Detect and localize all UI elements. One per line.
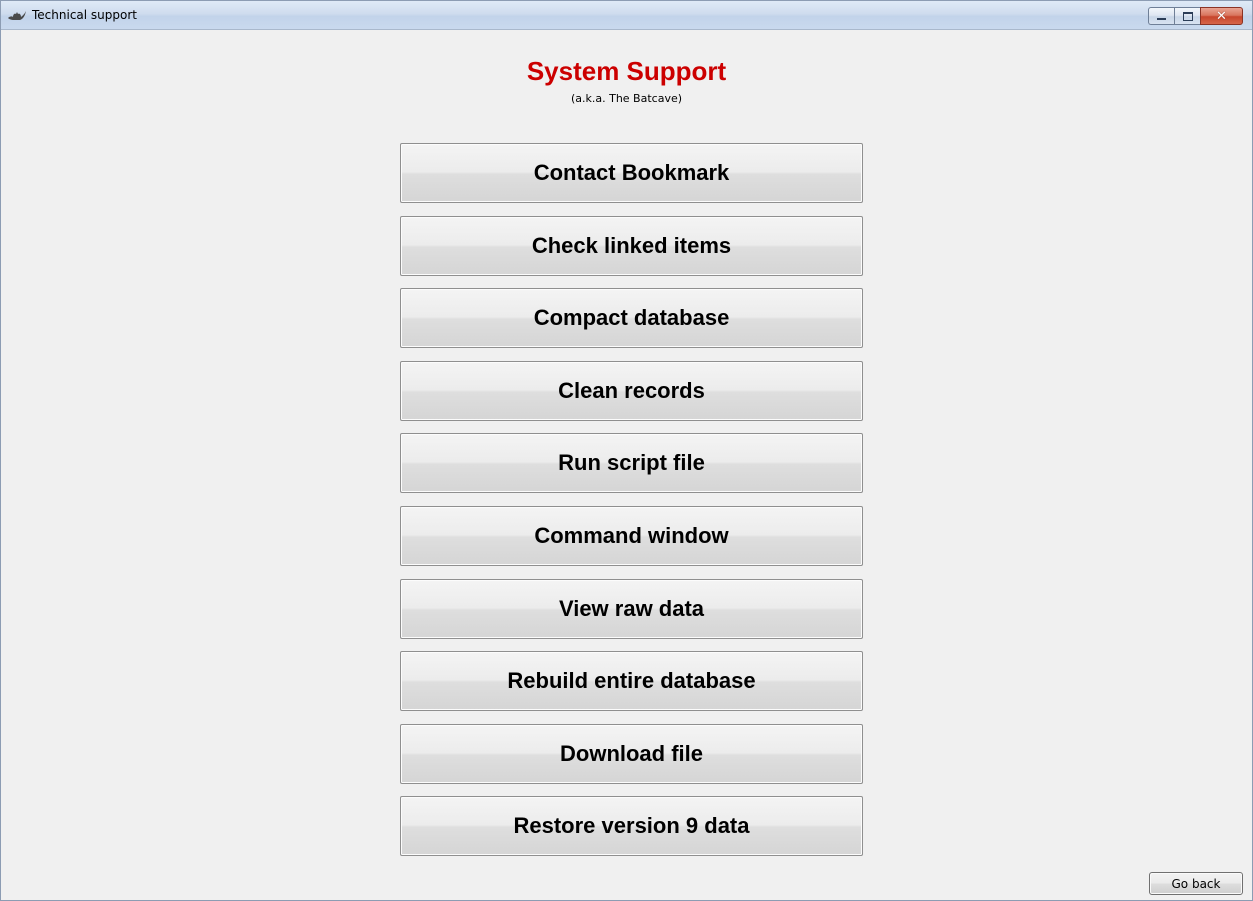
maximize-button[interactable] — [1174, 7, 1200, 25]
rebuild-entire-database-button[interactable]: Rebuild entire database — [400, 651, 863, 712]
bat-icon — [8, 11, 26, 20]
restore-version-9-data-button[interactable]: Restore version 9 data — [400, 796, 863, 857]
title-bar[interactable]: Technical support ✕ — [1, 1, 1252, 30]
minimize-button[interactable] — [1148, 7, 1174, 25]
command-window-button[interactable]: Command window — [400, 505, 863, 566]
page-subtitle: (a.k.a. The Batcave) — [570, 92, 683, 105]
clean-records-button[interactable]: Clean records — [400, 360, 863, 421]
go-back-button[interactable]: Go back — [1149, 872, 1243, 895]
page-title: System Support — [526, 56, 727, 86]
minimize-icon — [1157, 17, 1166, 20]
view-raw-data-button[interactable]: View raw data — [400, 578, 863, 639]
maximize-icon — [1182, 11, 1193, 21]
close-icon: ✕ — [1216, 8, 1227, 24]
close-button[interactable]: ✕ — [1200, 7, 1243, 25]
download-file-button[interactable]: Download file — [400, 723, 863, 784]
run-script-file-button[interactable]: Run script file — [400, 433, 863, 494]
support-action-list: Contact Bookmark Check linked items Comp… — [400, 143, 863, 869]
technical-support-window: Technical support ✕ System Support (a.k.… — [0, 0, 1253, 901]
window-title: Technical support — [32, 8, 137, 22]
check-linked-items-button[interactable]: Check linked items — [400, 215, 863, 276]
compact-database-button[interactable]: Compact database — [400, 288, 863, 349]
contact-bookmark-button[interactable]: Contact Bookmark — [400, 143, 863, 203]
window-controls: ✕ — [1148, 7, 1243, 26]
